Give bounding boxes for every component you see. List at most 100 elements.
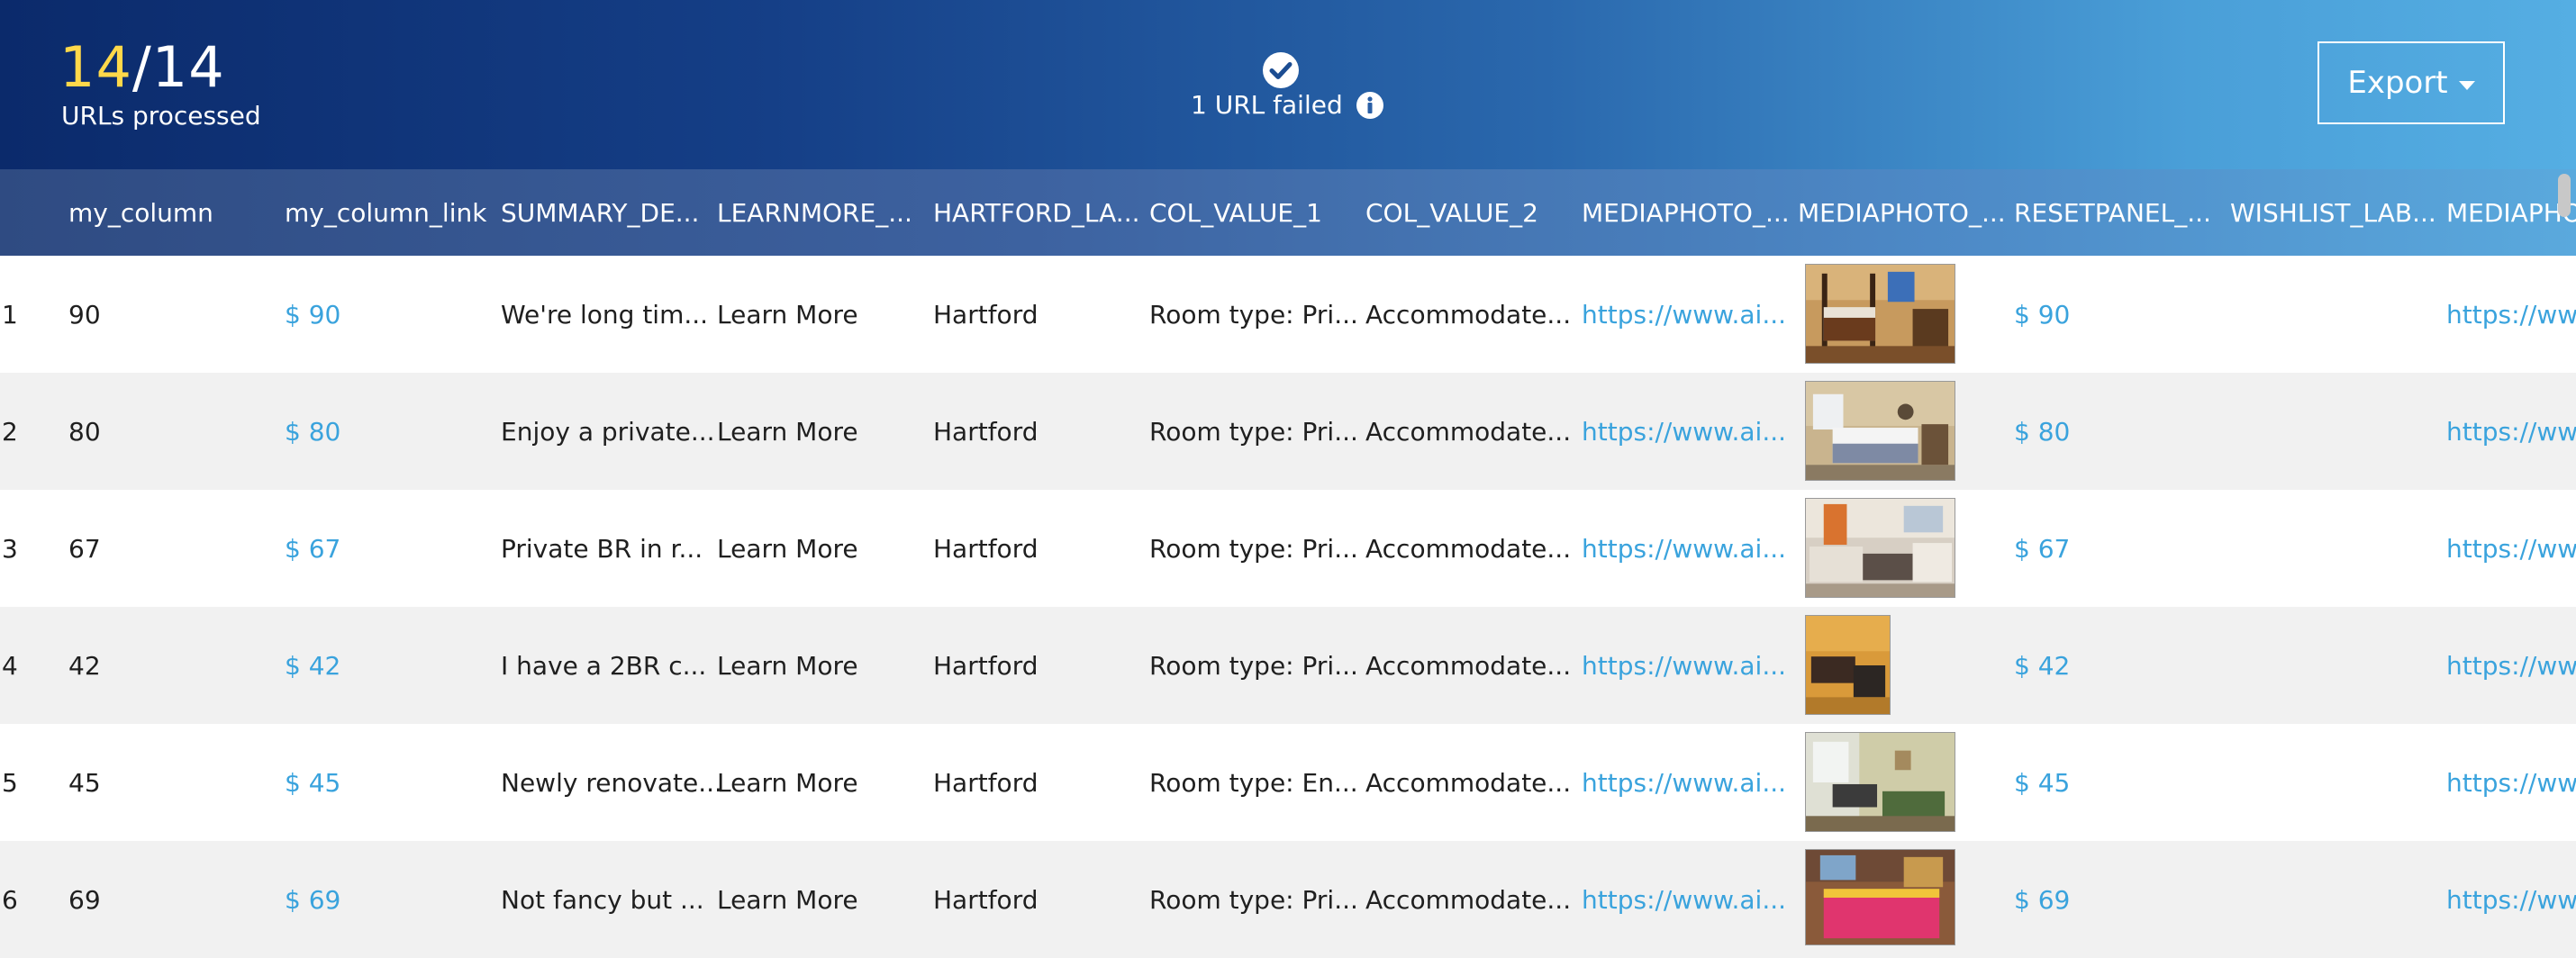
cell-hartford: Hartford bbox=[933, 299, 1039, 330]
cell-media-url[interactable]: https://www.ai... bbox=[1582, 724, 1786, 841]
cell-learnmore: Learn More bbox=[717, 533, 858, 564]
cell-media-url[interactable]: https://www.ai... bbox=[1582, 256, 1786, 373]
export-label: Export bbox=[2347, 65, 2448, 101]
failed-text: 1 URL failed bbox=[1191, 90, 1343, 120]
cell-resetpanel[interactable]: $ 42 bbox=[2014, 607, 2070, 724]
table-row: 6 69 $ 69 Not fancy but ... Learn More H… bbox=[0, 841, 2576, 958]
cell-resetpanel[interactable]: $ 90 bbox=[2014, 256, 2070, 373]
chevron-down-icon bbox=[2458, 81, 2475, 90]
cell-resetpanel[interactable]: $ 69 bbox=[2014, 841, 2070, 958]
column-header-mediaphoto-2[interactable]: MEDIAPHOTO_... bbox=[1798, 169, 2006, 256]
check-circle-icon bbox=[1263, 52, 1299, 88]
cell-col-value-1: Room type: Pri... bbox=[1149, 650, 1358, 681]
column-header-my-column[interactable]: my_column bbox=[68, 169, 213, 256]
column-header-learnmore[interactable]: LEARNMORE_... bbox=[717, 169, 912, 256]
column-header-col-value-1[interactable]: COL_VALUE_1 bbox=[1149, 169, 1322, 256]
cell-my-column: 80 bbox=[68, 416, 101, 447]
table-header: my_column my_column_link SUMMARY_DE... L… bbox=[0, 169, 2576, 256]
row-number: 5 bbox=[2, 767, 18, 798]
room-photo-thumbnail bbox=[1805, 732, 1955, 832]
cell-my-column: 67 bbox=[68, 533, 101, 564]
cell-learnmore: Learn More bbox=[717, 416, 858, 447]
failed-status: 1 URL failed bbox=[1191, 90, 1384, 120]
cell-hartford: Hartford bbox=[933, 767, 1039, 798]
cell-learnmore: Learn More bbox=[717, 884, 858, 915]
cell-col-value-2: Accommodate... bbox=[1365, 299, 1572, 330]
cell-media-url-2[interactable]: https://www bbox=[2446, 490, 2576, 607]
room-photo-thumbnail bbox=[1805, 849, 1955, 945]
room-photo-thumbnail bbox=[1805, 264, 1955, 364]
table-row: 2 80 $ 80 Enjoy a private... Learn More … bbox=[0, 373, 2576, 490]
cell-media-url-2[interactable]: https://www bbox=[2446, 724, 2576, 841]
column-header-my-column-link[interactable]: my_column_link bbox=[285, 169, 486, 256]
cell-hartford: Hartford bbox=[933, 533, 1039, 564]
cell-col-value-1: Room type: Pri... bbox=[1149, 884, 1358, 915]
cell-hartford: Hartford bbox=[933, 884, 1039, 915]
processed-separator: / bbox=[132, 34, 152, 100]
table-row: 1 90 $ 90 We're long tim... Learn More H… bbox=[0, 256, 2576, 373]
cell-summary: We're long tim... bbox=[501, 299, 709, 330]
info-icon[interactable] bbox=[1356, 91, 1384, 120]
cell-hartford: Hartford bbox=[933, 416, 1039, 447]
cell-learnmore: Learn More bbox=[717, 299, 858, 330]
processed-done-count: 14 bbox=[59, 34, 132, 100]
processed-total-count: 14 bbox=[151, 34, 225, 100]
cell-media-url[interactable]: https://www.ai... bbox=[1582, 490, 1786, 607]
table-row: 5 45 $ 45 Newly renovate... Learn More H… bbox=[0, 724, 2576, 841]
cell-resetpanel[interactable]: $ 80 bbox=[2014, 373, 2070, 490]
cell-media-url-2[interactable]: https://www bbox=[2446, 841, 2576, 958]
cell-hartford: Hartford bbox=[933, 650, 1039, 681]
cell-my-column-link[interactable]: $ 69 bbox=[285, 841, 340, 958]
cell-summary: Not fancy but ... bbox=[501, 884, 704, 915]
column-header-resetpanel[interactable]: RESETPANEL_... bbox=[2014, 169, 2211, 256]
cell-my-column: 42 bbox=[68, 650, 101, 681]
cell-resetpanel[interactable]: $ 67 bbox=[2014, 490, 2070, 607]
cell-my-column-link[interactable]: $ 42 bbox=[285, 607, 340, 724]
cell-col-value-2: Accommodate... bbox=[1365, 650, 1572, 681]
cell-media-url-2[interactable]: https://www bbox=[2446, 607, 2576, 724]
column-header-wishlist[interactable]: WISHLIST_LAB... bbox=[2230, 169, 2436, 256]
status-indicator bbox=[1191, 50, 1371, 90]
cell-my-column-link[interactable]: $ 80 bbox=[285, 373, 340, 490]
vertical-scrollbar-thumb[interactable] bbox=[2558, 174, 2571, 217]
room-photo-thumbnail bbox=[1805, 615, 1891, 715]
cell-media-url[interactable]: https://www.ai... bbox=[1582, 373, 1786, 490]
cell-resetpanel[interactable]: $ 45 bbox=[2014, 724, 2070, 841]
cell-summary: I have a 2BR c... bbox=[501, 650, 707, 681]
cell-my-column-link[interactable]: $ 90 bbox=[285, 256, 340, 373]
column-header-mediaphoto-3[interactable]: MEDIAPHO bbox=[2446, 169, 2576, 256]
cell-my-column-link[interactable]: $ 45 bbox=[285, 724, 340, 841]
table-row: 4 42 $ 42 I have a 2BR c... Learn More H… bbox=[0, 607, 2576, 724]
cell-col-value-1: Room type: Pri... bbox=[1149, 299, 1358, 330]
cell-my-column: 90 bbox=[68, 299, 101, 330]
column-header-hartford[interactable]: HARTFORD_LA... bbox=[933, 169, 1140, 256]
cell-col-value-1: Room type: Pri... bbox=[1149, 416, 1358, 447]
cell-summary: Enjoy a private... bbox=[501, 416, 715, 447]
cell-media-url[interactable]: https://www.ai... bbox=[1582, 607, 1786, 724]
column-header-mediaphoto-1[interactable]: MEDIAPHOTO_... bbox=[1582, 169, 1790, 256]
table-row: 3 67 $ 67 Private BR in r... Learn More … bbox=[0, 490, 2576, 607]
cell-summary: Private BR in r... bbox=[501, 533, 703, 564]
cell-col-value-2: Accommodate... bbox=[1365, 416, 1572, 447]
progress-counter: 14/14 URLs processed bbox=[59, 36, 261, 131]
cell-media-url[interactable]: https://www.ai... bbox=[1582, 841, 1786, 958]
column-header-summary[interactable]: SUMMARY_DE... bbox=[501, 169, 699, 256]
cell-media-url-2[interactable]: https://www bbox=[2446, 256, 2576, 373]
cell-my-column-link[interactable]: $ 67 bbox=[285, 490, 340, 607]
column-header-col-value-2[interactable]: COL_VALUE_2 bbox=[1365, 169, 1538, 256]
room-photo-thumbnail bbox=[1805, 381, 1955, 481]
row-number: 6 bbox=[2, 884, 18, 915]
results-banner: 14/14 URLs processed 1 URL failed Export bbox=[0, 0, 2576, 169]
cell-col-value-2: Accommodate... bbox=[1365, 533, 1572, 564]
row-number: 4 bbox=[2, 650, 18, 681]
row-number: 1 bbox=[2, 299, 18, 330]
cell-media-url-2[interactable]: https://www bbox=[2446, 373, 2576, 490]
cell-my-column: 45 bbox=[68, 767, 101, 798]
cell-summary: Newly renovate... bbox=[501, 767, 722, 798]
cell-learnmore: Learn More bbox=[717, 650, 858, 681]
cell-my-column: 69 bbox=[68, 884, 101, 915]
row-number: 3 bbox=[2, 533, 18, 564]
export-button[interactable]: Export bbox=[2317, 41, 2505, 124]
cell-col-value-1: Room type: En... bbox=[1149, 767, 1358, 798]
cell-col-value-1: Room type: Pri... bbox=[1149, 533, 1358, 564]
